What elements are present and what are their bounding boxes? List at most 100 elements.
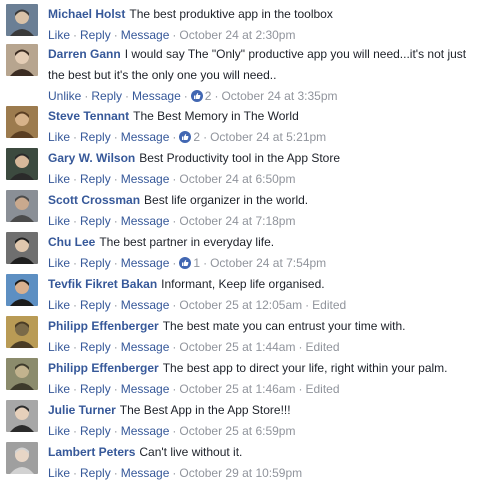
comment-text-line: Chu Lee The best partner in everyday life… [48, 232, 479, 253]
separator: · [73, 172, 78, 186]
like-count-badge[interactable]: 1 [179, 256, 200, 270]
comment-timestamp[interactable]: October 25 at 6:59pm [179, 424, 295, 438]
comment-timestamp[interactable]: October 25 at 1:46am [179, 382, 295, 396]
comment-timestamp[interactable]: October 24 at 2:30pm [179, 28, 295, 42]
reply-button[interactable]: Reply [80, 424, 111, 438]
edited-link[interactable]: Edited [305, 340, 339, 354]
like-button[interactable]: Unlike [48, 89, 81, 103]
comment-author-link[interactable]: Lambert Peters [48, 445, 135, 459]
comment-author-link[interactable]: Darren Gann [48, 47, 121, 61]
comment-text-line: Michael Holst The best produktive app in … [48, 4, 479, 25]
comment-body: Philipp Effenberger The best app to direc… [48, 358, 479, 400]
comment-author-link[interactable]: Gary W. Wilson [48, 151, 135, 165]
avatar[interactable] [6, 274, 38, 306]
comment-timestamp[interactable]: October 25 at 12:05am [179, 298, 302, 312]
like-button[interactable]: Like [48, 466, 70, 480]
reply-button[interactable]: Reply [80, 382, 111, 396]
comment-timestamp[interactable]: October 24 at 7:18pm [179, 214, 295, 228]
message-button[interactable]: Message [121, 28, 170, 42]
like-count-badge[interactable]: 2 [179, 130, 200, 144]
avatar[interactable] [6, 106, 38, 138]
separator: · [298, 340, 303, 354]
comment-timestamp[interactable]: October 24 at 3:35pm [221, 89, 337, 103]
reply-button[interactable]: Reply [80, 28, 111, 42]
comment-author-link[interactable]: Michael Holst [48, 7, 125, 21]
comment-timestamp[interactable]: October 24 at 6:50pm [179, 172, 295, 186]
avatar[interactable] [6, 358, 38, 390]
separator: · [298, 382, 303, 396]
comment-text: The Best Memory in The World [133, 109, 299, 123]
comment-author-link[interactable]: Steve Tennant [48, 109, 129, 123]
comment-author-link[interactable]: Chu Lee [48, 235, 95, 249]
reply-button[interactable]: Reply [80, 172, 111, 186]
reply-button[interactable]: Reply [80, 214, 111, 228]
reply-button[interactable]: Reply [80, 298, 111, 312]
like-button[interactable]: Like [48, 298, 70, 312]
reply-button[interactable]: Reply [91, 89, 122, 103]
like-button[interactable]: Like [48, 214, 70, 228]
comment-author-link[interactable]: Tevfik Fikret Bakan [48, 277, 157, 291]
separator: · [113, 130, 118, 144]
comment-actions: Like · Reply · Message · October 25 at 1:46am ·… [48, 379, 479, 400]
comment-timestamp[interactable]: October 24 at 5:21pm [210, 130, 326, 144]
comment-author-link[interactable]: Julie Turner [48, 403, 116, 417]
comment-text: The best partner in everyday life. [99, 235, 275, 249]
comment-text: The Best App in the App Store!!! [119, 403, 291, 417]
avatar[interactable] [6, 190, 38, 222]
edited-link[interactable]: Edited [312, 298, 346, 312]
separator: · [305, 298, 310, 312]
comment-body: Chu Lee The best partner in everyday life… [48, 232, 479, 274]
like-button[interactable]: Like [48, 130, 70, 144]
like-button[interactable]: Like [48, 424, 70, 438]
like-button[interactable]: Like [48, 256, 70, 270]
avatar[interactable] [6, 316, 38, 348]
edited-link[interactable]: Edited [305, 382, 339, 396]
separator: · [113, 340, 118, 354]
reply-button[interactable]: Reply [80, 130, 111, 144]
separator: · [172, 256, 177, 270]
avatar[interactable] [6, 400, 38, 432]
like-button[interactable]: Like [48, 382, 70, 396]
message-button[interactable]: Message [121, 298, 170, 312]
message-button[interactable]: Message [121, 466, 170, 480]
message-button[interactable]: Message [121, 256, 170, 270]
comment-actions: Unlike · Reply · Message · 2 · October 24 at 3:3… [48, 86, 479, 107]
avatar[interactable] [6, 44, 38, 76]
comment-timestamp[interactable]: October 24 at 7:54pm [210, 256, 326, 270]
comment-author-link[interactable]: Scott Crossman [48, 193, 140, 207]
message-button[interactable]: Message [132, 89, 181, 103]
like-count-badge[interactable]: 2 [190, 89, 211, 103]
message-button[interactable]: Message [121, 382, 170, 396]
comment-body: Julie Turner The Best App in the App Stor… [48, 400, 479, 442]
comment-text: Informant, Keep life organised. [161, 277, 325, 291]
like-button[interactable]: Like [48, 28, 70, 42]
reply-button[interactable]: Reply [80, 340, 111, 354]
message-button[interactable]: Message [121, 340, 170, 354]
reply-button[interactable]: Reply [80, 256, 111, 270]
comment-author-link[interactable]: Philipp Effenberger [48, 319, 159, 333]
reply-button[interactable]: Reply [80, 466, 111, 480]
separator: · [172, 172, 177, 186]
separator: · [84, 89, 89, 103]
message-button[interactable]: Message [121, 424, 170, 438]
avatar[interactable] [6, 4, 38, 36]
thumbs-up-icon [190, 90, 203, 102]
separator: · [73, 382, 78, 396]
comment-body: Tevfik Fikret Bakan Informant, Keep life … [48, 274, 479, 316]
comment-body: Steve Tennant The Best Memory in The Worl… [48, 106, 479, 148]
comment-author-link[interactable]: Philipp Effenberger [48, 361, 159, 375]
comment-timestamp[interactable]: October 25 at 1:44am [179, 340, 295, 354]
thumbs-up-icon [179, 131, 192, 143]
message-button[interactable]: Message [121, 172, 170, 186]
message-button[interactable]: Message [121, 214, 170, 228]
separator: · [125, 89, 130, 103]
like-button[interactable]: Like [48, 172, 70, 186]
comment-body: Scott Crossman Best life organizer in the… [48, 190, 479, 232]
avatar[interactable] [6, 232, 38, 264]
separator: · [73, 298, 78, 312]
avatar[interactable] [6, 148, 38, 180]
comment-timestamp[interactable]: October 29 at 10:59pm [179, 466, 302, 480]
like-button[interactable]: Like [48, 340, 70, 354]
avatar[interactable] [6, 442, 38, 474]
message-button[interactable]: Message [121, 130, 170, 144]
